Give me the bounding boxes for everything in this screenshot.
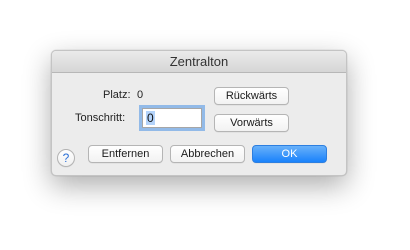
tonschritt-label: Tonschritt: xyxy=(75,112,126,124)
ok-button[interactable]: OK xyxy=(252,145,327,163)
question-mark-icon[interactable]: ? xyxy=(57,149,75,167)
platz-label: Platz: xyxy=(103,89,131,101)
platz-value: 0 xyxy=(137,89,144,101)
dialog-title: Zentralton xyxy=(52,51,346,73)
back-button[interactable]: Rückwärts xyxy=(214,87,289,105)
cancel-button[interactable]: Abbrechen xyxy=(170,145,245,163)
tonschritt-value: 0 xyxy=(146,111,155,125)
remove-button[interactable]: Entfernen xyxy=(88,145,163,163)
forward-button[interactable]: Vorwärts xyxy=(214,114,289,132)
tonschritt-input[interactable]: 0 xyxy=(142,108,202,128)
